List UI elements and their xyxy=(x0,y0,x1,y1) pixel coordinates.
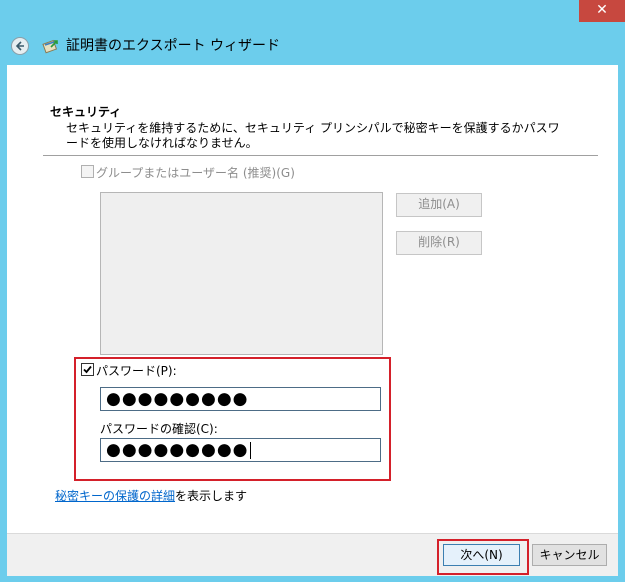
close-button[interactable]: ✕ xyxy=(579,0,625,22)
checkmark-icon xyxy=(83,365,92,374)
section-heading: セキュリティ xyxy=(50,105,122,119)
private-key-details-link[interactable]: 秘密キーの保護の詳細 xyxy=(55,489,175,503)
group-checkbox-label: グループまたはユーザー名 (推奨)(G) xyxy=(96,166,295,180)
confirm-password-field[interactable]: ●●●●●●●●● xyxy=(100,438,381,462)
password-label: パスワード(P): xyxy=(96,364,177,378)
add-button[interactable]: 追加(A) xyxy=(396,193,482,217)
group-checkbox[interactable] xyxy=(81,165,94,178)
cancel-button[interactable]: キャンセル xyxy=(532,544,607,566)
divider xyxy=(43,155,598,156)
confirm-password-label: パスワードの確認(C): xyxy=(100,422,218,436)
back-arrow-icon xyxy=(15,41,24,51)
next-button[interactable]: 次へ(N) xyxy=(443,544,520,566)
details-suffix: を表示します xyxy=(175,489,248,503)
remove-button[interactable]: 削除(R) xyxy=(396,231,482,255)
wizard-title: 証明書のエクスポート ウィザード xyxy=(66,38,281,54)
confirm-password-value: ●●●●●●●●● xyxy=(106,440,249,460)
password-field[interactable]: ●●●●●●●●● xyxy=(100,387,381,411)
close-icon: ✕ xyxy=(596,2,608,18)
password-checkbox[interactable] xyxy=(81,363,94,376)
details-row: 秘密キーの保護の詳細を表示します xyxy=(55,487,247,504)
group-user-list[interactable] xyxy=(100,192,383,355)
back-button[interactable] xyxy=(11,37,29,55)
certificate-icon xyxy=(42,39,58,54)
password-value: ●●●●●●●●● xyxy=(106,389,249,409)
section-description: セキュリティを維持するために、セキュリティ プリンシパルで秘密キーを保護するかパ… xyxy=(66,121,560,150)
text-caret xyxy=(249,441,251,459)
